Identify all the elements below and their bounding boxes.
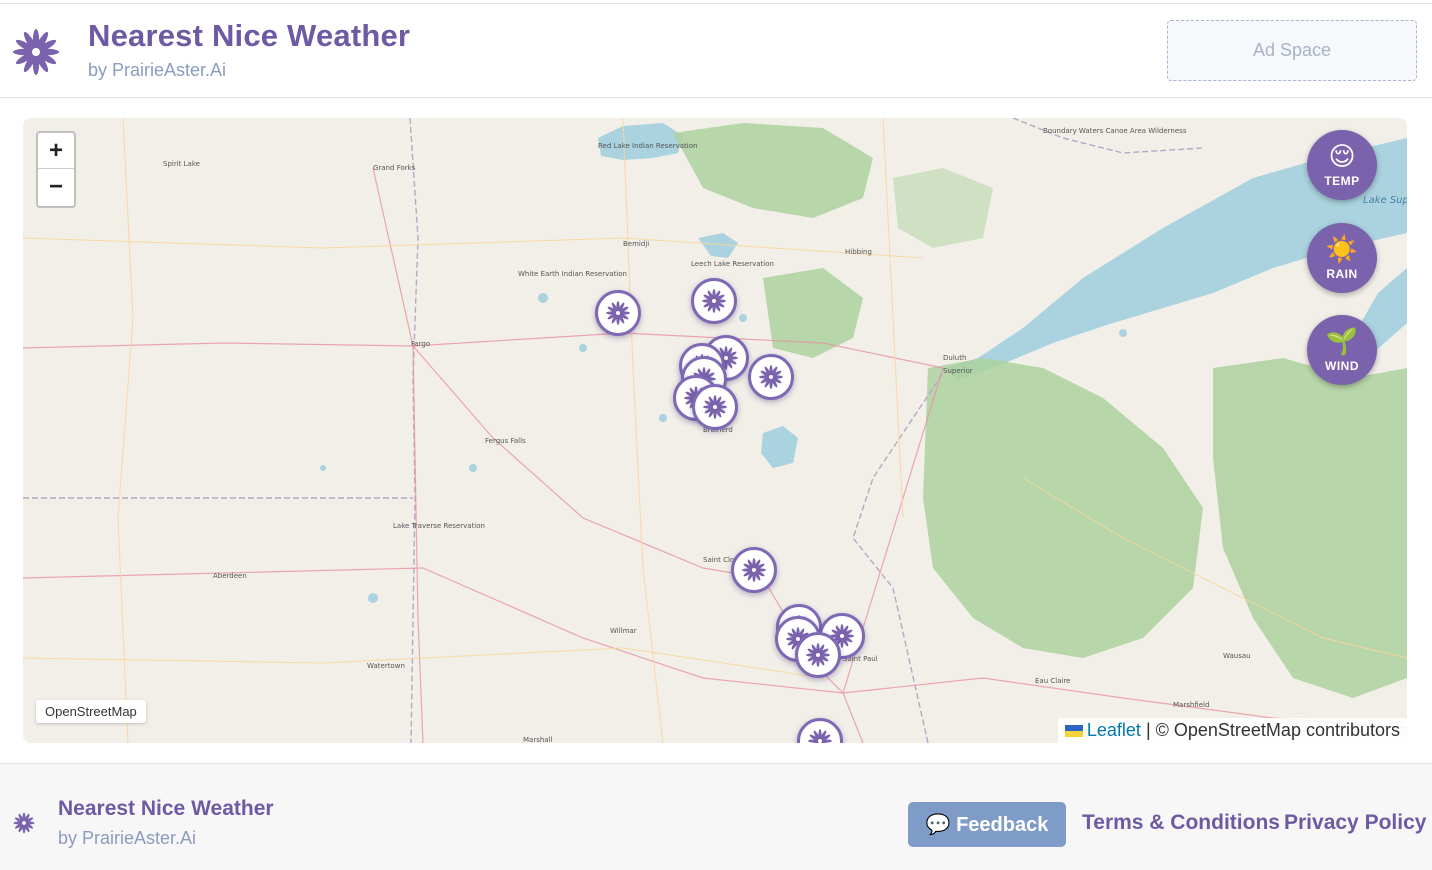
aster-marker-icon	[742, 558, 766, 582]
aster-marker-icon	[808, 729, 832, 743]
site-footer: Nearest Nice Weather by PrairieAster.Ai …	[0, 763, 1432, 870]
site-header: Nearest Nice Weather by PrairieAster.Ai …	[0, 4, 1432, 98]
svg-text:Lake Sup: Lake Sup	[1363, 195, 1407, 206]
svg-text:Willmar: Willmar	[610, 627, 637, 635]
feedback-button[interactable]: 💬 Feedback	[908, 802, 1066, 847]
svg-text:Grand Forks: Grand Forks	[373, 164, 416, 172]
location-marker[interactable]	[795, 632, 841, 678]
terms-link[interactable]: Terms & Conditions	[1082, 811, 1280, 835]
temp-filter-button[interactable]: 😌 TEMP	[1307, 130, 1377, 200]
attribution-text: | © OpenStreetMap contributors	[1140, 720, 1400, 740]
temp-label: TEMP	[1324, 174, 1360, 188]
svg-text:Superior: Superior	[943, 367, 973, 375]
aster-marker-icon	[806, 643, 830, 667]
svg-text:Bemidji: Bemidji	[623, 240, 649, 248]
svg-text:Watertown: Watertown	[367, 662, 405, 670]
aster-logo-icon	[13, 29, 59, 75]
app-title: Nearest Nice Weather	[88, 18, 411, 53]
aster-marker-icon	[703, 395, 727, 419]
privacy-link[interactable]: Privacy Policy	[1284, 811, 1426, 835]
rain-filter-button[interactable]: ☀️ RAIN	[1307, 223, 1377, 293]
footer-subtitle: by PrairieAster.Ai	[58, 828, 197, 848]
map-attribution: Leaflet | © OpenStreetMap contributors	[1057, 718, 1407, 743]
svg-text:Hibbing: Hibbing	[845, 248, 872, 256]
svg-text:Aberdeen: Aberdeen	[213, 572, 247, 580]
svg-text:Fargo: Fargo	[411, 340, 430, 348]
wind-filter-button[interactable]: 🌱 WIND	[1307, 315, 1377, 385]
map-layer-label[interactable]: OpenStreetMap	[36, 700, 146, 723]
svg-text:Eau Claire: Eau Claire	[1035, 677, 1070, 685]
ukraine-flag-icon	[1064, 725, 1083, 738]
map-tiles[interactable]: Spirit Lake Grand Forks Red Lake Indian …	[23, 118, 1407, 743]
svg-text:Boundary Waters Canoe Area Wil: Boundary Waters Canoe Area Wilderness	[1043, 127, 1187, 135]
aster-logo-icon	[13, 812, 35, 834]
location-marker[interactable]	[595, 290, 641, 336]
ad-space: Ad Space	[1167, 20, 1417, 81]
wind-label: WIND	[1325, 359, 1359, 373]
location-marker[interactable]	[731, 547, 777, 593]
seedling-icon: 🌱	[1325, 327, 1359, 357]
relieved-face-icon: 😌	[1328, 142, 1356, 172]
svg-text:Marshfield: Marshfield	[1173, 701, 1209, 709]
footer-title: Nearest Nice Weather	[58, 797, 274, 820]
app-subtitle: by PrairieAster.Ai	[88, 60, 227, 80]
svg-text:Marshall: Marshall	[523, 736, 553, 743]
svg-text:Lake Traverse Reservation: Lake Traverse Reservation	[393, 522, 485, 530]
svg-text:Red Lake Indian Reservation: Red Lake Indian Reservation	[598, 142, 697, 150]
aster-marker-icon	[606, 301, 630, 325]
rain-label: RAIN	[1326, 267, 1358, 281]
location-marker[interactable]	[748, 354, 794, 400]
location-marker[interactable]	[692, 384, 738, 430]
sun-icon: ☀️	[1325, 235, 1359, 265]
svg-text:Leech Lake Reservation: Leech Lake Reservation	[691, 260, 774, 268]
svg-text:Fergus Falls: Fergus Falls	[485, 437, 526, 445]
weather-map[interactable]: Spirit Lake Grand Forks Red Lake Indian …	[23, 118, 1407, 743]
aster-marker-icon	[702, 289, 726, 313]
zoom-control: + −	[36, 131, 76, 208]
aster-marker-icon	[759, 365, 783, 389]
svg-text:White Earth Indian Reservation: White Earth Indian Reservation	[518, 270, 627, 278]
zoom-out-button[interactable]: −	[38, 169, 74, 205]
leaflet-link[interactable]: Leaflet	[1087, 720, 1141, 740]
svg-text:Spirit Lake: Spirit Lake	[163, 160, 200, 168]
svg-text:Duluth: Duluth	[943, 354, 966, 362]
svg-text:Wausau: Wausau	[1223, 652, 1251, 660]
zoom-in-button[interactable]: +	[38, 133, 74, 169]
location-marker[interactable]	[691, 278, 737, 324]
